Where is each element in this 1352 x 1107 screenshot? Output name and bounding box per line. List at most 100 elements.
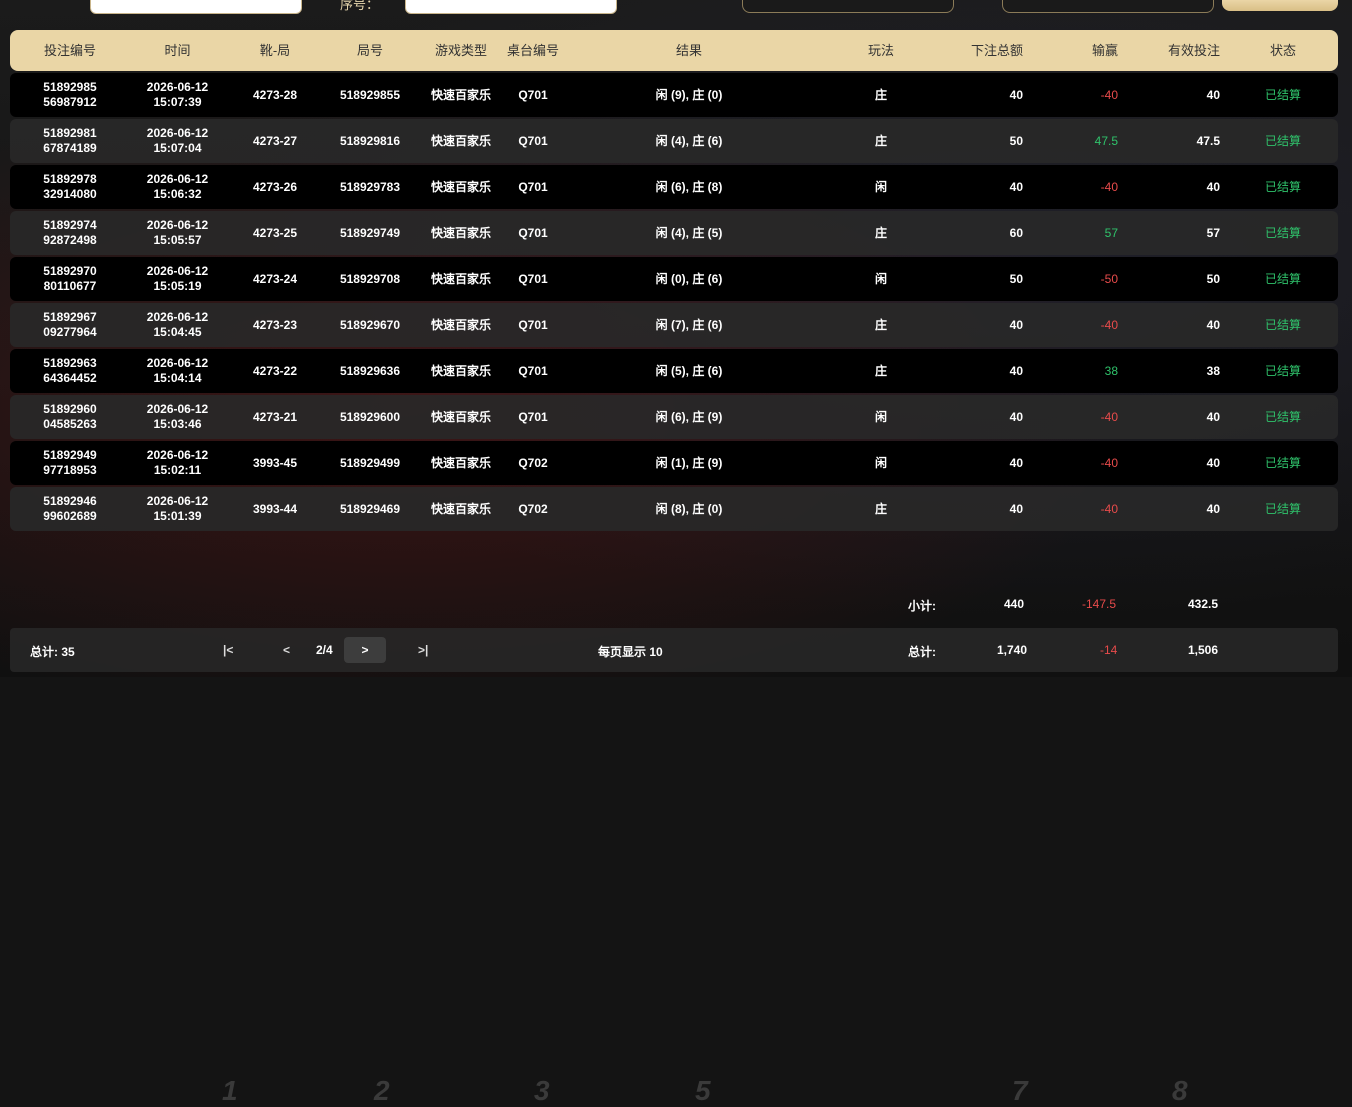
total-valid: 1,506 (1188, 643, 1219, 657)
next-page-button[interactable]: > (344, 637, 386, 663)
valid-bet: 40 (1206, 409, 1220, 424)
total-label: 总计: (908, 645, 936, 659)
round-number: 518929749 (339, 225, 401, 240)
header-table-id: 桌台编号 (507, 43, 560, 58)
table-number: Q701 (518, 179, 548, 194)
table-row: 51892967 09277964 2026-06-12 15:04:45 4273-2… (10, 303, 1338, 347)
table-number: Q702 (518, 501, 548, 516)
table-row: 51892974 92872498 2026-06-12 15:05:57 4273-2… (10, 211, 1338, 255)
bet-time: 2026-06-12 15:07:04 (130, 126, 225, 156)
page-indicator: 2/4 (316, 643, 333, 657)
search-button[interactable] (1222, 0, 1338, 11)
bet-total: 40 (1009, 455, 1023, 470)
bet-id: 51892974 92872498 (10, 218, 130, 248)
bet-total: 40 (1009, 317, 1023, 332)
bet-date: 2026-06-12 (146, 218, 209, 232)
prev-page-button[interactable]: < (283, 643, 290, 657)
table-row: 51892985 56987912 2026-06-12 15:07:39 4273-2… (10, 73, 1338, 117)
bet-total: 50 (1009, 133, 1023, 148)
round-result: 闲 (5), 庄 (6) (655, 363, 723, 378)
game-type: 快速百家乐 (430, 179, 491, 194)
bet-total: 40 (1009, 501, 1023, 516)
bet-total: 40 (1009, 179, 1023, 194)
bet-total: 40 (1009, 409, 1023, 424)
valid-bet: 38 (1206, 363, 1220, 378)
bet-time: 2026-06-12 15:01:39 (130, 494, 225, 524)
bet-id-line2: 99602689 (43, 509, 97, 523)
valid-bet: 40 (1206, 179, 1220, 194)
win-loss: -40 (1100, 179, 1118, 194)
bet-clock: 15:06:32 (153, 187, 202, 201)
play-type: 闲 (874, 455, 887, 470)
bet-id: 51892967 09277964 (10, 310, 130, 340)
round-number: 518929816 (339, 133, 401, 148)
win-loss: 38 (1104, 363, 1118, 378)
bg-number: 5 (695, 1075, 711, 1106)
bet-date: 2026-06-12 (146, 402, 209, 416)
play-type: 闲 (874, 409, 887, 424)
round-result: 闲 (4), 庄 (6) (655, 133, 723, 148)
bet-clock: 15:02:11 (153, 463, 202, 477)
table-number: Q701 (518, 317, 548, 332)
game-type: 快速百家乐 (430, 317, 491, 332)
subtotal-label: 小计: (908, 599, 936, 613)
bet-time: 2026-06-12 15:02:11 (130, 448, 225, 478)
header-play: 玩法 (867, 43, 894, 58)
bet-id: 51892985 56987912 (10, 80, 130, 110)
last-page-button[interactable]: >| (418, 643, 428, 657)
bet-history-table: 投注编号 时间 靴-局 局号 游戏类型 桌台编号 结果 玩法 下注总额 输赢 有… (10, 30, 1338, 531)
round-result: 闲 (9), 庄 (0) (655, 87, 723, 102)
bet-id: 51892949 97718953 (10, 448, 130, 478)
bg-number: 1 (222, 1075, 238, 1106)
bet-id-line1: 51892981 (43, 126, 97, 140)
bet-clock: 15:05:57 (153, 233, 202, 247)
header-game-type: 游戏类型 (434, 43, 487, 58)
first-page-button[interactable]: |< (223, 643, 233, 657)
win-loss: -40 (1100, 501, 1118, 516)
bet-id-line1: 51892949 (43, 448, 97, 462)
round-number: 518929499 (339, 455, 401, 470)
bg-number: 8 (1172, 1075, 1188, 1106)
bet-time: 2026-06-12 15:05:19 (130, 264, 225, 294)
header-bet-total: 下注总额 (970, 43, 1023, 58)
shoe-round: 4273-25 (252, 225, 298, 240)
table-number: Q701 (518, 225, 548, 240)
game-type: 快速百家乐 (430, 133, 491, 148)
bet-total: 40 (1009, 87, 1023, 102)
bg-number: 7 (1012, 1075, 1028, 1106)
bet-total: 60 (1009, 225, 1023, 240)
table-body: 51892985 56987912 2026-06-12 15:07:39 4273-2… (10, 73, 1338, 531)
status-badge: 已结算 (1264, 225, 1301, 240)
filter-select-1[interactable] (742, 0, 954, 13)
bet-clock: 15:07:04 (153, 141, 202, 155)
win-loss: 47.5 (1094, 133, 1118, 148)
valid-bet: 40 (1206, 455, 1220, 470)
win-loss: -40 (1100, 455, 1118, 470)
subtotal-bet: 440 (1004, 597, 1025, 611)
bet-time: 2026-06-12 15:04:14 (130, 356, 225, 386)
status-badge: 已结算 (1264, 317, 1301, 332)
filter-input-1[interactable] (90, 0, 302, 14)
filter-select-2[interactable] (1002, 0, 1214, 13)
bet-id-line1: 51892970 (43, 264, 97, 278)
table-row: 51892949 97718953 2026-06-12 15:02:11 3993-4… (10, 441, 1338, 485)
shoe-round: 4273-24 (252, 271, 298, 286)
header-time: 时间 (164, 43, 191, 58)
bet-clock: 15:04:45 (153, 325, 202, 339)
round-result: 闲 (1), 庄 (9) (655, 455, 723, 470)
bet-id-line2: 04585263 (43, 417, 97, 431)
per-page-selector[interactable]: 每页显示 10 (598, 643, 663, 660)
table-number: Q701 (518, 363, 548, 378)
table-number: Q701 (518, 409, 548, 424)
filter-input-2[interactable] (405, 0, 617, 14)
win-loss: -50 (1100, 271, 1118, 286)
shoe-round: 3993-44 (252, 501, 298, 516)
win-loss: -40 (1100, 317, 1118, 332)
table-row: 51892981 67874189 2026-06-12 15:07:04 4273-2… (10, 119, 1338, 163)
pagination-footer: 总计: 35 |< < 2/4 > >| 每页显示 10 总计: 1,740 -… (10, 628, 1338, 672)
status-badge: 已结算 (1264, 179, 1301, 194)
game-type: 快速百家乐 (430, 225, 491, 240)
win-loss: 57 (1104, 225, 1118, 240)
game-type: 快速百家乐 (430, 271, 491, 286)
shoe-round: 4273-27 (252, 133, 298, 148)
